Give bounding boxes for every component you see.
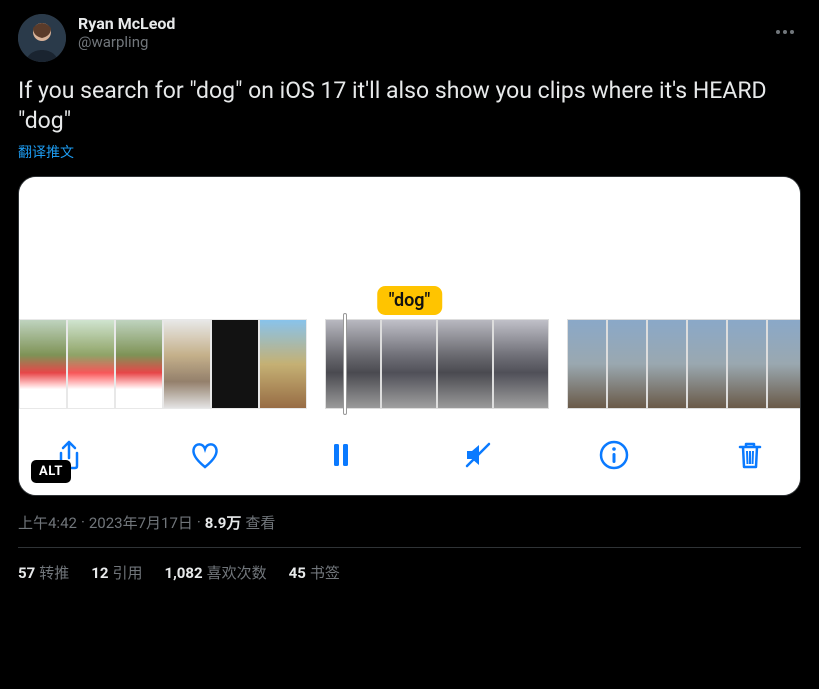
- meta-dot: ·: [197, 513, 201, 531]
- media-attachment[interactable]: "dog": [18, 176, 801, 496]
- clip-thumb: [767, 319, 801, 409]
- stat-number: 45: [289, 564, 306, 582]
- clip-thumb: [607, 319, 647, 409]
- clip-thumb: [567, 319, 607, 409]
- pause-icon: [325, 439, 357, 471]
- clip-cluster[interactable]: [19, 319, 307, 409]
- stat-label: 引用: [112, 564, 142, 582]
- clip-thumb: [67, 319, 115, 409]
- clip-cluster[interactable]: [325, 319, 549, 409]
- clip-thumb: [163, 319, 211, 409]
- stat-number: 57: [18, 564, 35, 582]
- likes-stat[interactable]: 1,082 喜欢次数: [164, 562, 266, 583]
- heart-icon: [189, 439, 221, 471]
- bookmarks-stat[interactable]: 45书签: [289, 562, 340, 583]
- trash-icon: [734, 439, 766, 471]
- clip-thumb: [437, 319, 493, 409]
- media-toolbar: [19, 421, 800, 495]
- retweets-stat[interactable]: 57转推: [18, 562, 69, 583]
- pause-button[interactable]: [325, 439, 357, 471]
- tweet-stats: 57转推 12引用 1,082 喜欢次数 45书签: [18, 548, 801, 583]
- meta-views-label: 查看: [245, 512, 275, 533]
- display-name[interactable]: Ryan McLeod: [78, 14, 175, 33]
- stat-label: 喜欢次数: [207, 564, 267, 582]
- tweet-text: If you search for "dog" on iOS 17 it'll …: [18, 76, 801, 136]
- info-icon: [598, 439, 630, 471]
- quotes-stat[interactable]: 12引用: [91, 562, 142, 583]
- clip-thumb: [19, 319, 67, 409]
- avatar-image: [18, 14, 66, 62]
- tweet-header: Ryan McLeod @warpling: [18, 14, 801, 62]
- meta-date[interactable]: 2023年7月17日: [89, 512, 193, 533]
- stat-label: 转推: [39, 564, 69, 582]
- caption-row: "dog": [19, 287, 800, 319]
- avatar[interactable]: [18, 14, 66, 62]
- clip-thumb: [325, 319, 381, 409]
- clip-thumb: [211, 319, 259, 409]
- media-header-space: [19, 177, 800, 287]
- clip-thumb: [493, 319, 549, 409]
- clip-thumb: [115, 319, 163, 409]
- alt-badge[interactable]: ALT: [31, 460, 71, 483]
- clip-cluster[interactable]: [567, 319, 801, 409]
- author-names: Ryan McLeod @warpling: [78, 14, 175, 51]
- stat-number: 12: [91, 564, 108, 582]
- meta-dot: ·: [81, 513, 85, 531]
- delete-button[interactable]: [734, 439, 766, 471]
- meta-time[interactable]: 上午4:42: [18, 512, 77, 533]
- handle[interactable]: @warpling: [78, 33, 175, 51]
- clip-thumb: [381, 319, 437, 409]
- tweet-meta: 上午4:42 · 2023年7月17日 · 8.9万 查看: [18, 512, 801, 533]
- speaker-muted-icon: [462, 439, 494, 471]
- stat-label: 书签: [310, 564, 340, 582]
- mute-button[interactable]: [462, 439, 494, 471]
- info-button[interactable]: [598, 439, 630, 471]
- like-button[interactable]: [189, 439, 221, 471]
- translate-link[interactable]: 翻译推文: [18, 142, 74, 162]
- tweet-container: Ryan McLeod @warpling If you search for …: [0, 0, 819, 583]
- more-button[interactable]: [769, 12, 801, 44]
- caption-tag: "dog": [377, 286, 443, 315]
- clip-thumb: [259, 319, 307, 409]
- clip-thumb: [647, 319, 687, 409]
- stat-number: 1,082: [164, 564, 202, 582]
- ellipsis-icon: [775, 29, 795, 35]
- clip-thumb: [687, 319, 727, 409]
- meta-views-count: 8.9万: [205, 512, 242, 533]
- video-timeline[interactable]: [19, 319, 800, 421]
- clip-thumb: [727, 319, 767, 409]
- playhead[interactable]: [343, 313, 347, 415]
